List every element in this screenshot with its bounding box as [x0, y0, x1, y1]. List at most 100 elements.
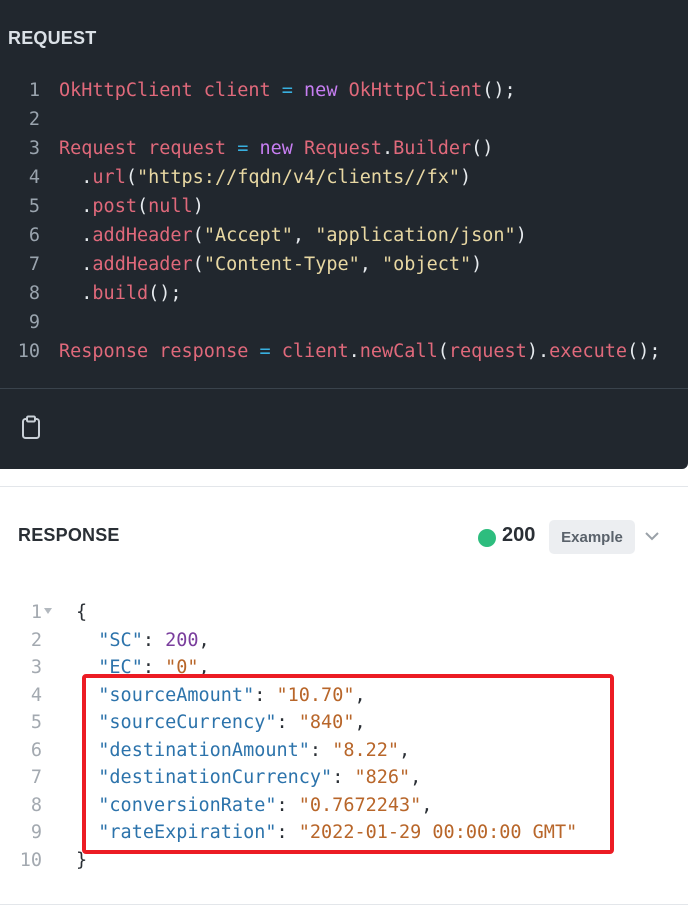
request-code-line: 6 .addHeader("Accept", "application/json… [0, 221, 688, 250]
code-token: "https://fqdn/v4/clients//fx" [136, 167, 460, 188]
response-code-line: 7 "destinationCurrency": "826", [0, 764, 688, 792]
code-token: addHeader [92, 225, 193, 246]
code-token: . [382, 138, 394, 159]
code-token: request [448, 341, 527, 362]
code-text: "SC": 200, [76, 627, 210, 655]
request-code-block[interactable]: 1 OkHttpClient client = new OkHttpClient(… [0, 76, 688, 366]
code-text: .build(); [59, 279, 182, 308]
line-number: 3 [30, 657, 42, 678]
response-code-block[interactable]: 1{2 "SC": 200, 3 "EC": "0", 4 "sourceAmoun… [0, 599, 688, 874]
code-token: post [92, 196, 137, 217]
json-token: , [198, 629, 210, 651]
code-text: "rateExpiration": "2022-01-29 00:00:00 G… [76, 819, 577, 847]
json-token: : [142, 657, 166, 678]
code-token: . [59, 196, 93, 217]
chevron-down-icon [645, 532, 659, 541]
code-token: . [59, 167, 93, 188]
line-number: 7 [28, 254, 40, 275]
response-code-line: 6 "destinationAmount": "8.22", [0, 737, 688, 765]
bottom-divider [0, 904, 688, 905]
json-token: , [354, 684, 366, 706]
code-text: "conversionRate": "0.7672243", [76, 792, 432, 820]
code-token: ) [192, 196, 204, 217]
json-token: "conversionRate" [76, 794, 277, 816]
code-token: (); [627, 341, 661, 362]
response-code-line: 1{ [0, 599, 688, 627]
code-token: response [159, 341, 249, 362]
code-token: ( [125, 167, 137, 188]
json-token: "8.22" [332, 739, 400, 761]
json-token: "840" [298, 712, 355, 733]
json-token: : [142, 629, 166, 651]
response-dropdown-toggle[interactable] [644, 529, 660, 541]
code-text: Response response = client.newCall(reque… [59, 337, 661, 366]
code-text: "destinationCurrency": "826", [76, 764, 421, 792]
json-token: , [421, 794, 433, 816]
code-text: Request request = new Request.Builder() [59, 134, 493, 163]
json-token: "10.70" [276, 684, 355, 706]
code-text: .addHeader("Accept", "application/json") [59, 221, 527, 250]
code-token: ( [192, 254, 204, 275]
json-token: "SC" [76, 629, 143, 651]
code-text: "sourceAmount": "10.70", [76, 682, 366, 710]
code-token: = [281, 80, 293, 101]
response-panel: RESPONSE 200 Example 1{2 "SC": 200, 3 "EC… [0, 486, 688, 909]
code-token: build [92, 283, 149, 304]
code-text: } [76, 847, 87, 875]
line-number: 1 [30, 602, 42, 623]
code-token: ( [136, 196, 149, 217]
json-token: "826" [354, 767, 411, 788]
json-token: "0.7672243" [298, 794, 422, 816]
line-number: 4 [28, 167, 40, 188]
code-token: "Content-Type" [203, 254, 360, 275]
request-code-line: 10 Response response = client.newCall(req… [0, 337, 688, 366]
json-token: : [332, 767, 355, 788]
copy-code-button[interactable] [20, 414, 44, 442]
example-button[interactable]: Example [549, 520, 635, 554]
request-header: REQUEST [8, 28, 97, 48]
line-number: 2 [28, 109, 40, 130]
line-number: 9 [28, 312, 40, 333]
code-token: ) [460, 167, 472, 188]
line-number: 8 [30, 794, 42, 816]
line-number: 6 [30, 739, 42, 761]
response-header: RESPONSE [18, 525, 120, 545]
code-token: (); [148, 283, 182, 304]
json-token: , [410, 767, 422, 788]
line-number: 10 [19, 849, 42, 871]
response-code-line: 2 "SC": 200, [0, 627, 688, 655]
code-token: execute [549, 341, 628, 362]
code-token: . [59, 225, 93, 246]
request-code-line: 4 .url("https://fqdn/v4/clients//fx") [0, 163, 688, 192]
line-number: 1 [28, 80, 40, 101]
code-token: "application/json" [315, 225, 516, 246]
line-number: 9 [30, 822, 42, 843]
response-code-line: 3 "EC": "0", [0, 654, 688, 682]
code-token: Request [304, 138, 383, 159]
code-token: ( [437, 341, 449, 362]
json-token: : [276, 712, 299, 733]
json-token: , [399, 739, 411, 761]
request-code-line: 1 OkHttpClient client = new OkHttpClient(… [0, 76, 688, 105]
code-token: ( [192, 225, 204, 246]
json-token: "rateExpiration" [76, 822, 277, 843]
json-token: "destinationCurrency" [76, 767, 333, 788]
response-code-line: 9 "rateExpiration": "2022-01-29 00:00:00… [0, 819, 688, 847]
line-number: 5 [30, 712, 42, 733]
fold-caret-icon[interactable] [44, 608, 52, 614]
code-token: addHeader [92, 254, 193, 275]
json-token: "sourceCurrency" [76, 712, 277, 733]
request-code-line: 9 [0, 308, 688, 337]
line-number: 5 [28, 196, 40, 217]
code-token: "object" [382, 254, 472, 275]
code-text: { [76, 599, 87, 627]
code-token: () [471, 138, 494, 159]
json-token: : [276, 822, 299, 843]
json-token: "destinationAmount" [76, 739, 310, 761]
code-text: OkHttpClient client = new OkHttpClient()… [59, 76, 516, 105]
code-token: null [148, 196, 193, 217]
